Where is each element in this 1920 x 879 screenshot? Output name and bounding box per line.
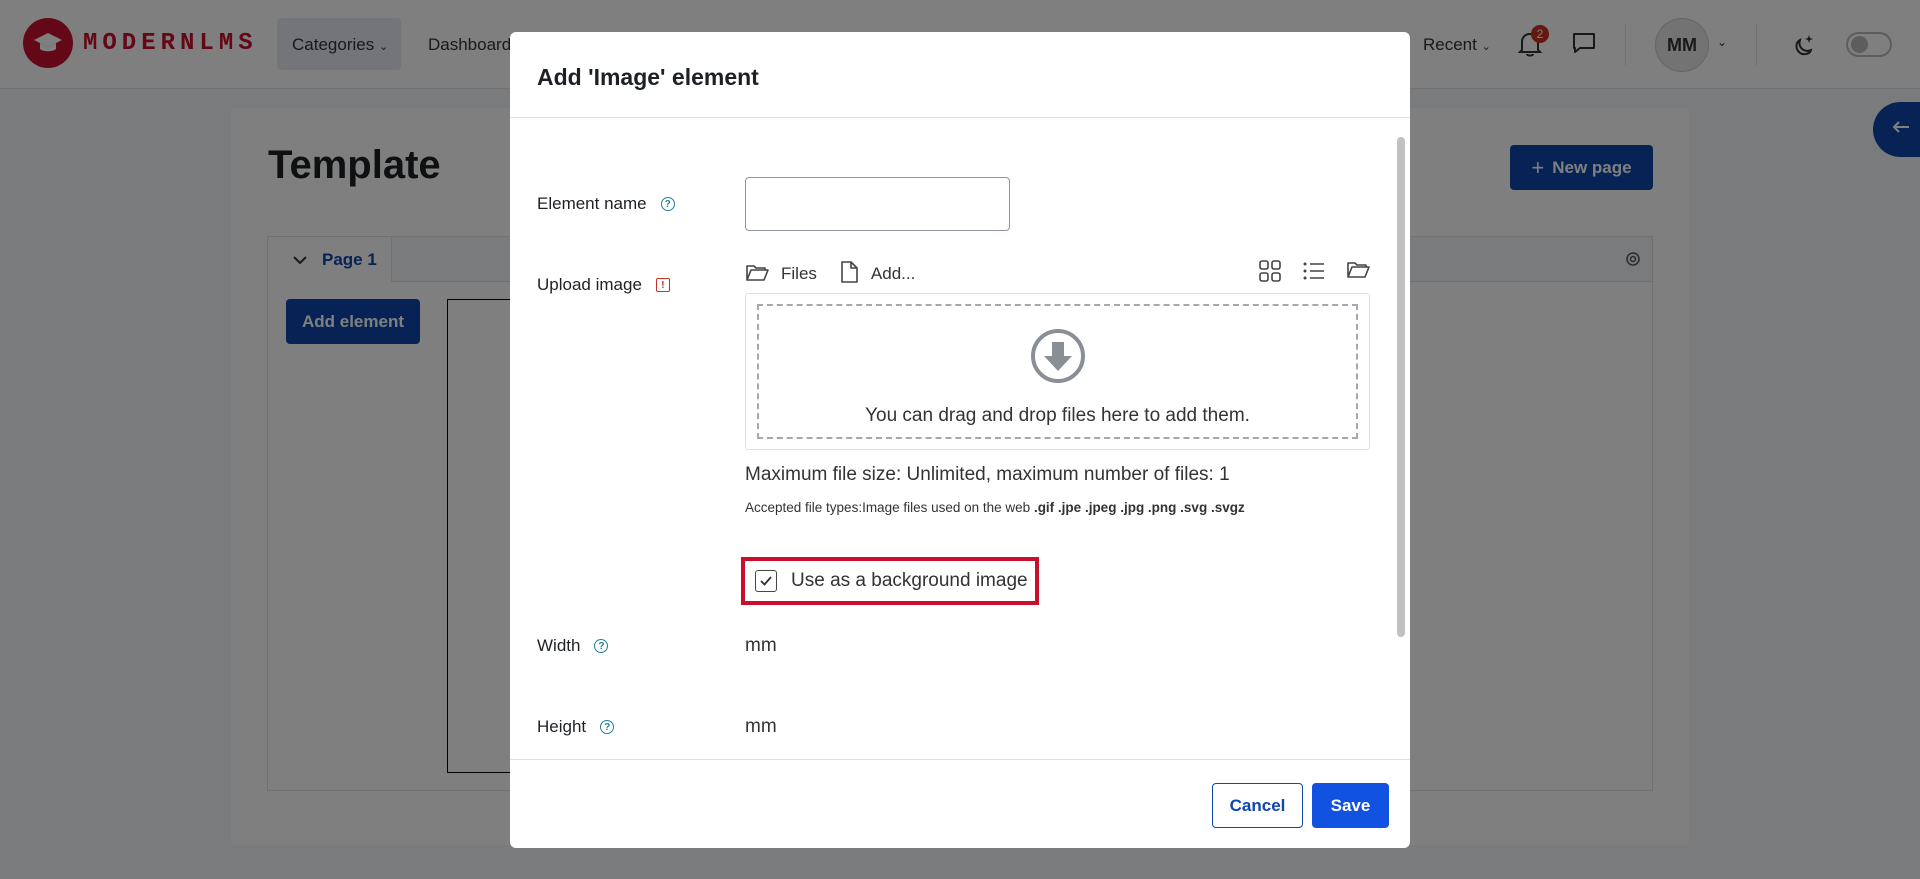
download-icon	[1030, 328, 1086, 389]
filepicker-view-controls	[1258, 259, 1370, 288]
background-image-checkbox[interactable]	[755, 570, 777, 592]
add-file-button[interactable]: Add...	[839, 260, 915, 289]
accepted-prefix: Accepted file types:Image files used on …	[745, 500, 1031, 515]
element-name-text: Element name	[537, 194, 647, 213]
scroll-thumb[interactable]	[1397, 137, 1405, 637]
save-button[interactable]: Save	[1312, 783, 1389, 828]
cancel-button[interactable]: Cancel	[1212, 783, 1303, 828]
modal-body: Element name ? Upload image ! Files Add.…	[510, 119, 1410, 759]
help-icon[interactable]: ?	[600, 720, 615, 734]
required-icon: !	[655, 278, 670, 292]
add-file-label: Add...	[870, 264, 916, 283]
drop-text: You can drag and drop files here to add …	[865, 405, 1250, 426]
width-unit: mm	[745, 635, 777, 656]
height-unit: mm	[745, 716, 777, 737]
width-label: Width ?	[537, 636, 609, 656]
height-label: Height ?	[537, 717, 615, 737]
modal-scrollbar[interactable]	[1395, 127, 1406, 753]
accepted-file-types: Accepted file types:Image files used on …	[745, 500, 1245, 515]
help-icon[interactable]: ?	[594, 639, 609, 653]
files-button[interactable]: Files	[745, 262, 817, 287]
element-name-label: Element name ?	[537, 194, 675, 214]
help-icon[interactable]: ?	[660, 197, 675, 211]
max-file-size-text: Maximum file size: Unlimited, maximum nu…	[745, 464, 1230, 485]
list-view-icon[interactable]	[1302, 259, 1326, 288]
height-text: Height	[537, 717, 587, 736]
grid-view-icon[interactable]	[1258, 259, 1282, 288]
files-label: Files	[781, 264, 817, 283]
filepicker-toolbar: Files Add...	[745, 259, 1370, 289]
modal-footer: Cancel Save	[510, 759, 1410, 848]
element-name-input[interactable]	[745, 177, 1010, 231]
file-icon	[839, 260, 859, 289]
file-dropzone[interactable]: You can drag and drop files here to add …	[745, 293, 1370, 450]
dropzone-area[interactable]: You can drag and drop files here to add …	[757, 304, 1358, 439]
upload-image-text: Upload image	[537, 275, 642, 294]
upload-image-label: Upload image !	[537, 275, 670, 295]
folder-view-icon[interactable]	[1346, 259, 1370, 288]
folder-icon	[745, 262, 769, 287]
width-text: Width	[537, 636, 581, 655]
background-image-checkbox-row[interactable]: Use as a background image	[741, 557, 1039, 605]
modal-header: Add 'Image' element	[510, 32, 1410, 118]
modal-title: Add 'Image' element	[537, 64, 759, 90]
accepted-types: .gif .jpe .jpeg .jpg .png .svg .svgz	[1033, 500, 1245, 515]
background-image-label: Use as a background image	[791, 570, 1028, 591]
add-image-element-dialog: Add 'Image' element Element name ? Uploa…	[510, 32, 1410, 848]
